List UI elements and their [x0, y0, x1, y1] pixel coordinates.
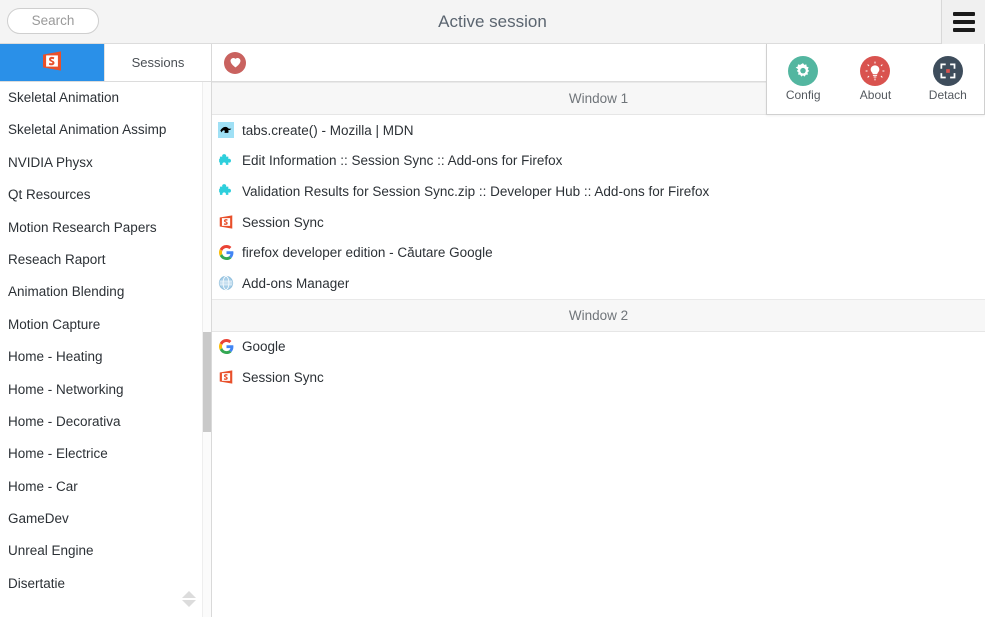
- sidebar-item-label: Home - Decorativa: [8, 413, 121, 429]
- detach-icon: [932, 56, 963, 86]
- tab-row[interactable]: Google: [212, 332, 985, 363]
- hamburger-icon-line: [952, 28, 975, 32]
- menu-item-detach[interactable]: Detach: [918, 56, 978, 102]
- sidebar-item[interactable]: Animation Blending: [0, 276, 211, 308]
- sidebar-item-label: Motion Research Papers: [8, 219, 157, 235]
- sidebar-scrollbar[interactable]: [202, 82, 211, 617]
- sidebar-item[interactable]: Home - Electrice: [0, 438, 211, 470]
- sidebar-item[interactable]: Home - Car: [0, 471, 211, 503]
- sidebar-item-label: Home - Heating: [8, 349, 103, 365]
- menu-item-about[interactable]: About: [845, 56, 905, 102]
- menu-item-label: Config: [785, 88, 821, 102]
- google-icon: [218, 339, 234, 355]
- sidebar-item-label: Qt Resources: [8, 187, 91, 203]
- search-input[interactable]: Search: [7, 8, 99, 34]
- page-title: Active session: [438, 12, 547, 31]
- heart-icon[interactable]: [224, 51, 246, 74]
- sidebar-item[interactable]: Skeletal Animation: [0, 82, 211, 114]
- chevron-down-icon[interactable]: [182, 600, 196, 607]
- tab-sessions-label: Sessions: [131, 55, 185, 70]
- tab-row[interactable]: Validation Results for Session Sync.zip …: [212, 176, 985, 207]
- panel-resize-spinner[interactable]: [181, 588, 197, 610]
- tab-row[interactable]: firefox developer edition - Căutare Goog…: [212, 237, 985, 268]
- tab-title: Session Sync: [242, 369, 324, 385]
- sidebar-item[interactable]: Motion Capture: [0, 309, 211, 341]
- sidebar-item-label: Home - Electrice: [8, 446, 108, 462]
- tab-title: Google: [242, 339, 286, 355]
- tab-session-sync[interactable]: [0, 44, 105, 81]
- puzzle-icon: [218, 183, 234, 199]
- tab-row[interactable]: Edit Information :: Session Sync :: Add-…: [212, 146, 985, 177]
- sidebar-tabstrip: Sessions: [0, 44, 211, 82]
- hamburger-icon-line: [952, 20, 975, 24]
- google-icon: [218, 245, 234, 261]
- sidebar-item[interactable]: Qt Resources: [0, 179, 211, 211]
- sidebar-item-label: Disertatie: [8, 575, 66, 591]
- lightbulb-icon: [860, 56, 891, 86]
- tab-row[interactable]: Session Sync: [212, 207, 985, 238]
- tab-title: tabs.create() - Mozilla | MDN: [242, 122, 414, 138]
- workspace: Sessions Skeletal Animation Skeletal Anim…: [0, 44, 985, 617]
- sidebar-item-label: GameDev: [8, 511, 69, 527]
- sidebar: Sessions Skeletal Animation Skeletal Anim…: [0, 44, 212, 617]
- top-bar: Search Active session Config About Detac…: [0, 0, 985, 115]
- sidebar-item-label: Home - Car: [8, 478, 78, 494]
- sidebar-scrollbar-thumb[interactable]: [203, 332, 211, 432]
- sidebar-item[interactable]: Skeletal Animation Assimp: [0, 114, 211, 146]
- tab-title: Session Sync: [242, 214, 324, 230]
- tab-title: firefox developer edition - Căutare Goog…: [242, 245, 493, 261]
- window-title: Window 1: [568, 91, 629, 106]
- sidebar-item[interactable]: NVIDIA Physx: [0, 147, 211, 179]
- main-content: Window 1 tabs.create() - Mozilla | MDN Edi…: [212, 44, 985, 617]
- gear-icon: [788, 56, 819, 86]
- sidebar-item[interactable]: Reseach Raport: [0, 244, 211, 276]
- chevron-up-icon[interactable]: [182, 591, 196, 598]
- tab-title: Edit Information :: Session Sync :: Add-…: [242, 153, 563, 169]
- sidebar-item-label: Unreal Engine: [8, 543, 94, 559]
- sidebar-item[interactable]: Home - Decorativa: [0, 406, 211, 438]
- hamburger-icon-line: [952, 12, 975, 16]
- tab-row[interactable]: Add-ons Manager: [212, 268, 985, 299]
- menu-item-label: Detach: [928, 88, 967, 102]
- app-menu-popup: Config About Detach: [766, 44, 985, 115]
- sidebar-item-label: Skeletal Animation: [8, 90, 120, 105]
- menu-item-label: About: [859, 88, 892, 102]
- tab-sessions[interactable]: Sessions: [105, 44, 211, 81]
- tab-row[interactable]: tabs.create() - Mozilla | MDN: [212, 115, 985, 146]
- session-sync-icon: [218, 369, 234, 385]
- sidebar-item-label: Motion Capture: [8, 316, 101, 332]
- window-header: Window 2: [212, 298, 985, 332]
- sidebar-item[interactable]: Home - Heating: [0, 341, 211, 373]
- tab-title: Add-ons Manager: [242, 275, 350, 291]
- sidebar-item[interactable]: Home - Networking: [0, 374, 211, 406]
- sidebar-item[interactable]: Unreal Engine: [0, 535, 211, 567]
- sidebar-item[interactable]: GameDev: [0, 503, 211, 535]
- window-title: Window 2: [568, 307, 629, 323]
- session-list[interactable]: Skeletal Animation Skeletal Animation Ass…: [0, 82, 211, 617]
- hamburger-menu-button[interactable]: [941, 0, 985, 44]
- session-sync-icon: [218, 214, 234, 230]
- puzzle-icon: [218, 153, 234, 169]
- windows-container: Window 1 tabs.create() - Mozilla | MDN Edi…: [212, 82, 985, 393]
- sidebar-item-label: Home - Networking: [8, 381, 124, 397]
- tab-row[interactable]: Session Sync: [212, 362, 985, 393]
- sidebar-item[interactable]: Disertatie: [0, 568, 211, 600]
- menu-item-config[interactable]: Config: [773, 56, 833, 102]
- sidebar-item-label: Animation Blending: [8, 284, 125, 300]
- globe-icon: [218, 275, 234, 291]
- sidebar-item-label: Reseach Raport: [8, 251, 106, 267]
- tab-title: Validation Results for Session Sync.zip …: [242, 183, 710, 199]
- sidebar-item-label: Skeletal Animation Assimp: [8, 122, 167, 138]
- session-sync-logo: [40, 49, 64, 76]
- mdn-icon: [218, 122, 234, 139]
- sidebar-item-label: NVIDIA Physx: [8, 154, 93, 170]
- sidebar-item[interactable]: Motion Research Papers: [0, 212, 211, 244]
